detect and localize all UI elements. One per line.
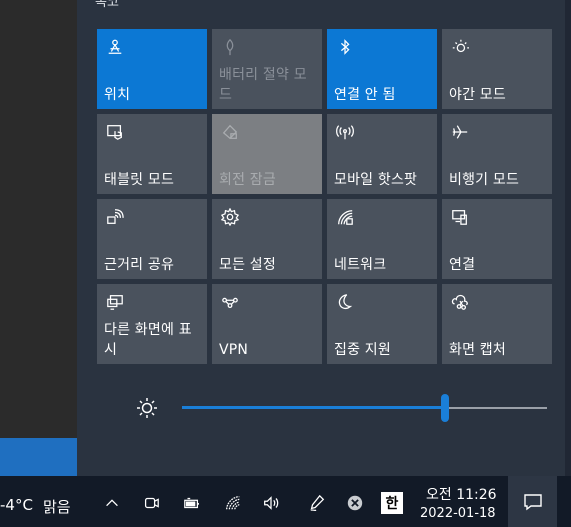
screen-snip-icon bbox=[450, 292, 470, 312]
tile-night-light[interactable]: 야간 모드 bbox=[442, 29, 552, 109]
tile-bluetooth[interactable]: 연결 안 됨 bbox=[327, 29, 437, 109]
brightness-slider-thumb[interactable] bbox=[441, 394, 449, 422]
tablet-mode-icon bbox=[105, 122, 125, 142]
tile-label: 네트워크 bbox=[334, 257, 387, 273]
meet-now-icon[interactable] bbox=[140, 492, 162, 514]
ime-indicator[interactable]: 한 bbox=[381, 492, 403, 514]
mobile-hotspot-icon bbox=[335, 122, 355, 142]
tile-label: 화면 캡처 bbox=[449, 342, 506, 358]
clock-time[interactable]: 오전 11:26 bbox=[426, 484, 497, 504]
network-icon bbox=[335, 207, 355, 227]
tile-airplane-mode[interactable]: 비행기 모드 bbox=[442, 114, 552, 194]
battery-saver-icon bbox=[220, 37, 240, 57]
tile-focus-assist[interactable]: 집중 지원 bbox=[327, 284, 437, 364]
tile-label: 근거리 공유 bbox=[104, 257, 175, 273]
tile-location[interactable]: 위치 bbox=[97, 29, 207, 109]
brightness-slider-fill bbox=[182, 406, 445, 409]
tile-label: 야간 모드 bbox=[449, 87, 506, 103]
tile-label: 모바일 핫스팟 bbox=[334, 172, 418, 188]
battery-icon[interactable] bbox=[181, 492, 203, 514]
quick-actions-grid: 위치 배터리 절약 모드 연결 안 됨 야간 모드 태블릿 모드 회전 잠금 모… bbox=[97, 29, 552, 364]
tile-vpn[interactable]: VPN bbox=[212, 284, 322, 364]
action-center: 녹코 위치 배터리 절약 모드 연결 안 됨 야간 모드 태블릿 모드 회전 잠… bbox=[77, 0, 571, 476]
desktop-background bbox=[0, 0, 77, 476]
tile-label: 배터리 절약 모드 bbox=[219, 67, 307, 103]
tile-label: 비행기 모드 bbox=[449, 172, 520, 188]
panel-edge bbox=[565, 0, 571, 476]
location-icon bbox=[105, 37, 125, 57]
collapse-label[interactable]: 녹코 bbox=[95, 0, 119, 10]
tile-project[interactable]: 다른 화면에 표시 bbox=[97, 284, 207, 364]
tile-label: 연결 bbox=[449, 257, 476, 273]
airplane-icon bbox=[450, 122, 470, 142]
tile-label: 다른 화면에 표시 bbox=[104, 322, 192, 358]
desktop-window-edge bbox=[0, 438, 77, 478]
weather-condition[interactable]: 맑음 bbox=[43, 496, 71, 517]
tile-mobile-hotspot[interactable]: 모바일 핫스팟 bbox=[327, 114, 437, 194]
clock-date[interactable]: 2022-01-18 bbox=[420, 506, 496, 521]
nearby-share-icon bbox=[105, 207, 125, 227]
focus-assist-icon bbox=[335, 292, 355, 312]
tile-nearby-share[interactable]: 근거리 공유 bbox=[97, 199, 207, 279]
speaker-icon[interactable] bbox=[260, 492, 282, 514]
connect-icon bbox=[450, 207, 470, 227]
weather-temperature[interactable]: -4°C bbox=[0, 496, 33, 514]
vpn-icon bbox=[220, 292, 240, 312]
rotation-lock-icon bbox=[220, 122, 240, 142]
tile-label: VPN bbox=[219, 342, 249, 358]
notification-icon bbox=[523, 493, 542, 510]
tile-network[interactable]: 네트워크 bbox=[327, 199, 437, 279]
tile-screen-snip[interactable]: 화면 캡처 bbox=[442, 284, 552, 364]
tile-label: 집중 지원 bbox=[334, 342, 391, 358]
tile-connect[interactable]: 연결 bbox=[442, 199, 552, 279]
tile-label: 태블릿 모드 bbox=[104, 172, 175, 188]
bluetooth-icon bbox=[335, 37, 355, 57]
tile-all-settings[interactable]: 모든 설정 bbox=[212, 199, 322, 279]
tile-tablet-mode[interactable]: 태블릿 모드 bbox=[97, 114, 207, 194]
night-light-icon bbox=[450, 37, 470, 57]
close-circle-icon[interactable] bbox=[344, 492, 366, 514]
tile-label: 회전 잠금 bbox=[219, 172, 276, 188]
tile-label: 연결 안 됨 bbox=[334, 87, 396, 103]
brightness-slider-track[interactable] bbox=[445, 407, 547, 409]
tile-battery-saver[interactable]: 배터리 절약 모드 bbox=[212, 29, 322, 109]
tile-rotation-lock[interactable]: 회전 잠금 bbox=[212, 114, 322, 194]
tile-label: 모든 설정 bbox=[219, 257, 276, 273]
gear-icon bbox=[220, 207, 240, 227]
pen-icon[interactable] bbox=[306, 492, 328, 514]
brightness-icon bbox=[137, 398, 157, 418]
wifi-icon[interactable] bbox=[222, 492, 244, 514]
chevron-up-icon[interactable] bbox=[101, 492, 123, 514]
brightness-slider-row bbox=[132, 393, 562, 423]
tile-label: 위치 bbox=[104, 87, 131, 103]
project-icon bbox=[105, 292, 125, 312]
taskbar: -4°C 맑음 한 오전 11:26 2022-01-18 bbox=[0, 476, 571, 527]
action-center-button[interactable] bbox=[508, 476, 557, 527]
